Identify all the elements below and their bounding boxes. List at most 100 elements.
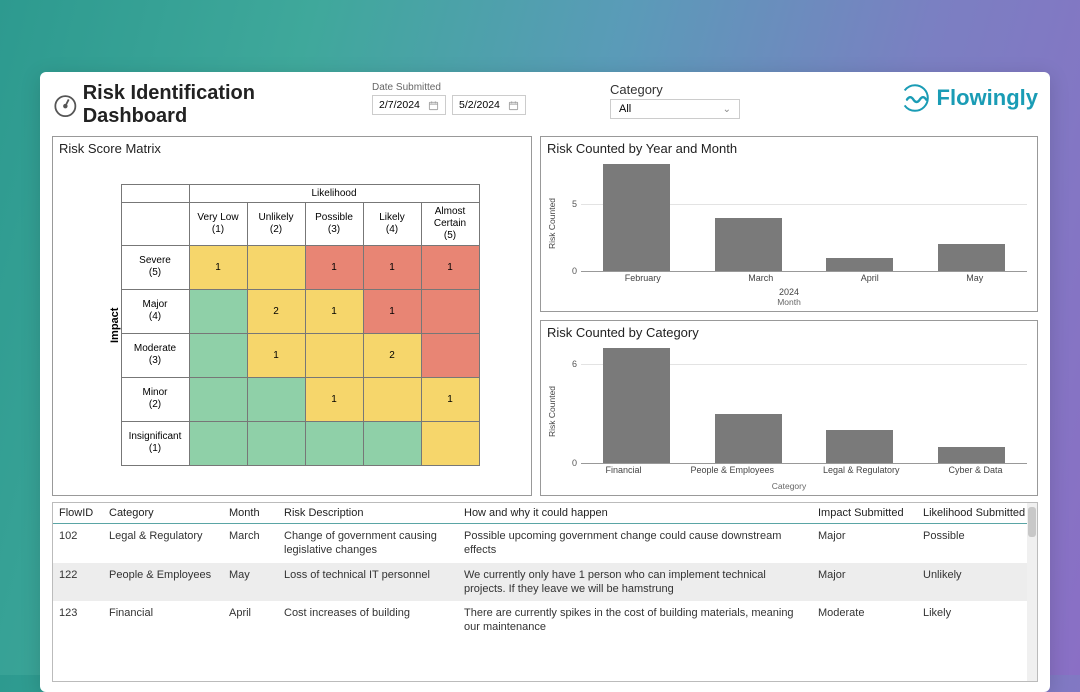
table-row[interactable]: 102Legal & RegulatoryMarchChange of gove… [53, 524, 1037, 563]
chart-by-month: Risk Counted by Year and Month Risk Coun… [540, 136, 1038, 312]
table-header[interactable]: Impact Submitted [812, 503, 917, 524]
calendar-icon [428, 100, 439, 111]
matrix-cell[interactable] [421, 421, 479, 465]
chart-bar[interactable] [826, 258, 893, 271]
chart-title: Risk Counted by Category [547, 325, 1031, 340]
matrix-cell[interactable] [189, 377, 247, 421]
risk-matrix: Likelihood Very Low(1)Unlikely(2)Possibl… [121, 184, 480, 466]
date-filter-label: Date Submitted [372, 82, 526, 93]
x-tick: Financial [605, 465, 641, 475]
chart-bar[interactable] [715, 218, 782, 272]
table-header[interactable]: Likelihood Submitted [917, 503, 1037, 524]
matrix-cell[interactable] [305, 421, 363, 465]
flowingly-icon [899, 82, 931, 114]
x-tick: People & Employees [690, 465, 774, 475]
charts-column: Risk Counted by Year and Month Risk Coun… [540, 136, 1038, 496]
table-header[interactable]: Month [223, 503, 278, 524]
date-from-input[interactable]: 2/7/2024 [372, 95, 446, 115]
risk-table[interactable]: FlowIDCategoryMonthRisk DescriptionHow a… [53, 503, 1037, 640]
chart-bar[interactable] [826, 430, 893, 463]
category-select[interactable]: All ⌄ [610, 99, 740, 119]
table-cell: Possible upcoming government change coul… [458, 524, 812, 563]
matrix-cell[interactable]: 1 [247, 333, 305, 377]
table-cell: 123 [53, 601, 103, 640]
matrix-cell[interactable] [189, 289, 247, 333]
scrollbar-thumb[interactable] [1028, 507, 1036, 537]
matrix-cell[interactable]: 1 [363, 245, 421, 289]
table-header[interactable]: Category [103, 503, 223, 524]
matrix-cell[interactable] [247, 377, 305, 421]
y-tick: 6 [557, 359, 577, 369]
page-title: Risk Identification Dashboard [83, 82, 352, 128]
table-cell: Legal & Regulatory [103, 524, 223, 563]
matrix-col-header: Likely(4) [363, 202, 421, 245]
table-header[interactable]: How and why it could happen [458, 503, 812, 524]
x-tick: March [748, 273, 773, 283]
table-row[interactable]: 122People & EmployeesMayLoss of technica… [53, 563, 1037, 602]
table-cell: Financial [103, 601, 223, 640]
chart-plot-area[interactable]: 06FinancialPeople & EmployeesLegal & Reg… [557, 342, 1031, 481]
chart-bar[interactable] [603, 348, 670, 463]
x-tick: May [966, 273, 983, 283]
matrix-cell[interactable]: 1 [305, 289, 363, 333]
category-filter-label: Category [610, 82, 740, 97]
matrix-cell[interactable] [363, 377, 421, 421]
table-cell: 102 [53, 524, 103, 563]
table-header[interactable]: Risk Description [278, 503, 458, 524]
table-cell: April [223, 601, 278, 640]
matrix-cell[interactable] [189, 333, 247, 377]
matrix-cell[interactable] [247, 421, 305, 465]
matrix-cell[interactable] [421, 333, 479, 377]
scrollbar[interactable] [1027, 503, 1037, 681]
brand-logo: Flowingly [899, 82, 1038, 114]
table-cell: Loss of technical IT personnel [278, 563, 458, 602]
y-axis-label: Risk Counted [547, 342, 557, 481]
x-tick: Cyber & Data [948, 465, 1002, 475]
matrix-cell[interactable] [247, 245, 305, 289]
chart-plot-area[interactable]: 05FebruaryMarchAprilMay [557, 158, 1031, 289]
y-axis-label: Risk Counted [547, 158, 557, 289]
matrix-cell[interactable] [363, 421, 421, 465]
table-header[interactable]: FlowID [53, 503, 103, 524]
matrix-cell[interactable]: 2 [363, 333, 421, 377]
matrix-cell[interactable] [189, 421, 247, 465]
matrix-cell[interactable]: 2 [247, 289, 305, 333]
category-filter: Category All ⌄ [610, 82, 740, 119]
chart-by-category: Risk Counted by Category Risk Counted 06… [540, 320, 1038, 496]
matrix-col-header: Very Low(1) [189, 202, 247, 245]
chart-bar[interactable] [938, 244, 1005, 271]
matrix-cell[interactable]: 1 [363, 289, 421, 333]
chart-bar[interactable] [603, 164, 670, 271]
risk-table-panel: FlowIDCategoryMonthRisk DescriptionHow a… [52, 502, 1038, 682]
matrix-title: Risk Score Matrix [59, 141, 525, 156]
filter-bar: Date Submitted 2/7/2024 5/2/2024 Categor… [372, 82, 740, 119]
table-cell: There are currently spikes in the cost o… [458, 601, 812, 640]
date-filter: Date Submitted 2/7/2024 5/2/2024 [372, 82, 526, 115]
matrix-cell[interactable]: 1 [305, 377, 363, 421]
gauge-icon [52, 91, 79, 119]
matrix-cell[interactable] [421, 289, 479, 333]
matrix-cell[interactable]: 1 [421, 245, 479, 289]
date-to-input[interactable]: 5/2/2024 [452, 95, 526, 115]
impact-axis-label: Impact [105, 225, 121, 425]
x-axis-label: Month [547, 297, 1031, 307]
dashboard: Risk Identification Dashboard Date Submi… [40, 72, 1050, 692]
chart-bar[interactable] [715, 414, 782, 463]
matrix-cell[interactable]: 1 [189, 245, 247, 289]
matrix-cell[interactable]: 1 [305, 245, 363, 289]
chart-bar[interactable] [938, 447, 1005, 463]
x-tick: February [625, 273, 661, 283]
table-cell: May [223, 563, 278, 602]
matrix-row-header: Severe(5) [121, 245, 189, 289]
matrix-cell[interactable] [305, 333, 363, 377]
matrix-cell[interactable]: 1 [421, 377, 479, 421]
table-row[interactable]: 123FinancialAprilCost increases of build… [53, 601, 1037, 640]
chart-title: Risk Counted by Year and Month [547, 141, 1031, 156]
matrix-row-header: Moderate(3) [121, 333, 189, 377]
risk-matrix-panel: Risk Score Matrix Impact Likelihood Very… [52, 136, 532, 496]
table-cell: Major [812, 563, 917, 602]
table-cell: Unlikely [917, 563, 1037, 602]
matrix-col-header: Possible(3) [305, 202, 363, 245]
y-tick: 0 [557, 266, 577, 276]
calendar-icon [508, 100, 519, 111]
